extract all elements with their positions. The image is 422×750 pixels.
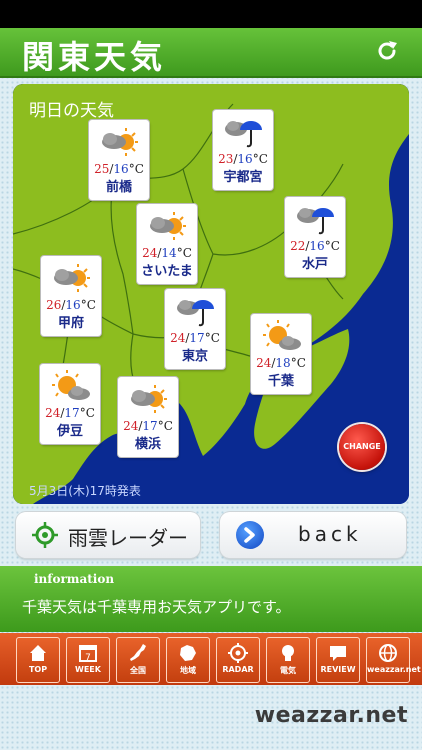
change-button[interactable]: CHANGE	[339, 424, 385, 470]
radar-icon	[228, 643, 248, 663]
svg-text:7: 7	[85, 653, 91, 663]
region-map-icon	[180, 645, 196, 661]
cloudy-sunny-icon	[131, 385, 167, 413]
cloudy-rain-icon	[177, 300, 214, 327]
weather-card-chiba[interactable]: 24/18°C 千葉	[251, 314, 311, 394]
city-name: 前橋	[105, 180, 132, 195]
calendar-icon: 7	[79, 645, 97, 663]
issued-time: 5月3日(木)17時発表	[29, 484, 141, 498]
lightbulb-icon	[282, 645, 294, 661]
tab-radar[interactable]: RADAR	[216, 637, 260, 683]
japan-map-icon	[130, 644, 146, 661]
tab-electricity[interactable]: 電気	[266, 637, 310, 683]
city-name: 東京	[181, 349, 208, 364]
weather-map: 明日の天気 25/16°C 前橋 23/16°C 宇都宮 24/14°C さいた…	[13, 84, 409, 504]
globe-icon	[379, 644, 397, 662]
tab-national[interactable]: 全国	[116, 637, 160, 683]
chevron-right-icon	[236, 521, 264, 549]
app-title: 関東天気	[22, 38, 167, 76]
app-header: 関東天気	[0, 28, 422, 78]
cloudy-sunny-icon	[102, 128, 138, 156]
weather-card-mito[interactable]: 22/16°C 水戸	[285, 197, 345, 277]
refresh-icon[interactable]	[374, 38, 400, 64]
weather-card-maebashi[interactable]: 25/16°C 前橋	[89, 120, 149, 200]
tab-week[interactable]: 7 WEEK	[66, 637, 110, 683]
tab-top[interactable]: TOP	[16, 637, 60, 683]
map-heading: 明日の天気	[29, 101, 114, 121]
information-panel: information 千葉天気は千葉専用お天気アプリです。	[0, 566, 422, 632]
weather-card-yokohama[interactable]: 24/17°C 横浜	[118, 377, 178, 457]
weather-card-izu[interactable]: 24/17°C 伊豆	[40, 364, 100, 444]
rain-radar-label: 雨雲レーダー	[68, 526, 188, 550]
crosshair-icon	[32, 522, 58, 548]
rain-radar-button[interactable]: 雨雲レーダー	[16, 512, 200, 558]
tab-bar: TOP 7 WEEK 全国 地域 RADAR 電気 REVIEW weazzar…	[0, 633, 422, 685]
cloudy-sunny-icon	[150, 212, 186, 240]
information-text[interactable]: 千葉天気は千葉専用お天気アプリです。	[22, 596, 291, 617]
city-name: 横浜	[134, 437, 161, 452]
cloudy-sunny-icon	[54, 264, 90, 292]
tab-weazzar[interactable]: weazzar.net	[366, 637, 421, 683]
weather-card-tokyo[interactable]: 24/17°C 東京	[165, 289, 225, 369]
city-name: さいたま	[141, 264, 193, 279]
review-icon	[330, 646, 346, 661]
city-name: 伊豆	[56, 424, 83, 439]
tab-region[interactable]: 地域	[166, 637, 210, 683]
weather-card-utsunomiya[interactable]: 23/16°C 宇都宮	[213, 110, 273, 190]
sunny-cloudy-icon	[52, 370, 90, 400]
back-label: back	[298, 522, 362, 546]
city-name: 千葉	[267, 374, 294, 389]
back-button[interactable]: back	[220, 512, 406, 558]
brand-logo: weazzar.net	[254, 703, 408, 728]
city-name: 宇都宮	[223, 170, 263, 185]
status-bar	[0, 0, 422, 28]
tab-review[interactable]: REVIEW	[316, 637, 360, 683]
cloudy-rain-icon	[297, 208, 334, 235]
sunny-cloudy-icon	[263, 320, 301, 350]
information-label: information	[34, 572, 115, 586]
cloudy-rain-icon	[225, 121, 262, 148]
city-name: 水戸	[301, 257, 328, 272]
city-name: 甲府	[57, 316, 84, 331]
weather-card-kofu[interactable]: 26/16°C 甲府	[41, 256, 101, 336]
home-icon	[30, 645, 46, 661]
weather-card-saitama[interactable]: 24/14°C さいたま	[137, 204, 197, 284]
